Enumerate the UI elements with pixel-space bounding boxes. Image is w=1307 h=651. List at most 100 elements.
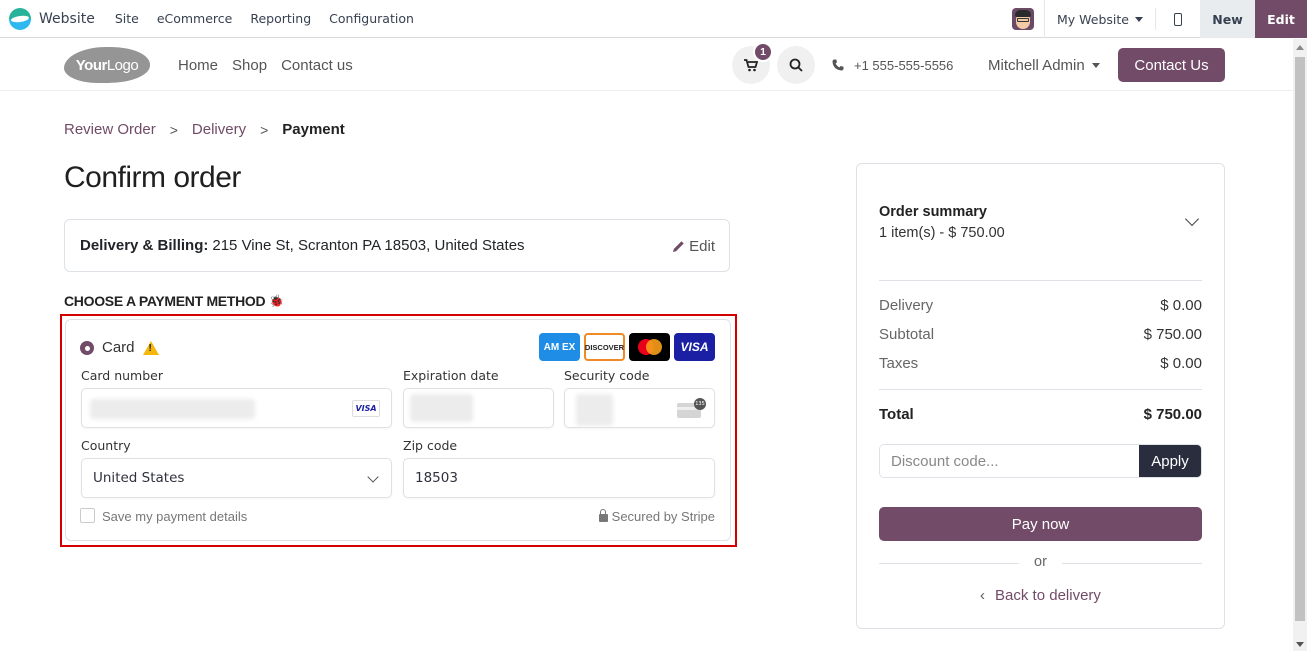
mobile-icon bbox=[1174, 12, 1182, 26]
or-separator: or bbox=[1034, 554, 1047, 570]
edit-button[interactable]: Edit bbox=[1255, 0, 1307, 38]
nav-home[interactable]: Home bbox=[178, 57, 218, 74]
mastercard-icon bbox=[629, 333, 670, 361]
nav-shop[interactable]: Shop bbox=[232, 57, 267, 74]
cvc-card-icon: 135 bbox=[677, 398, 706, 418]
divider bbox=[879, 389, 1202, 390]
expiration-label: Expiration date bbox=[403, 368, 499, 383]
page-scrollbar[interactable] bbox=[1293, 39, 1307, 651]
cart-icon bbox=[744, 58, 758, 71]
summary-row-value: $ 750.00 bbox=[1143, 326, 1202, 343]
scroll-up-icon[interactable] bbox=[1296, 45, 1304, 50]
summary-row-subtotal: Subtotal $ 750.00 bbox=[879, 326, 1202, 343]
secured-by-stripe: Secured by Stripe bbox=[598, 509, 715, 524]
cart-button[interactable]: 1 bbox=[732, 42, 773, 84]
discover-icon: DISCOVER bbox=[584, 333, 625, 361]
card-radio[interactable] bbox=[80, 341, 94, 355]
summary-row-value: $ 0.00 bbox=[1160, 297, 1202, 314]
phone-icon bbox=[832, 59, 844, 71]
scroll-down-icon[interactable] bbox=[1296, 642, 1304, 647]
zip-value: 18503 bbox=[415, 470, 458, 486]
breadcrumb-delivery[interactable]: Delivery bbox=[192, 121, 246, 138]
apply-button[interactable]: Apply bbox=[1139, 445, 1201, 477]
payment-method-card: Card AM EX DISCOVER VISA Card number VIS… bbox=[65, 319, 731, 541]
address-label: Delivery & Billing: bbox=[80, 237, 209, 254]
summary-row-total: Total $ 750.00 bbox=[879, 406, 1202, 423]
discount-code-input[interactable] bbox=[880, 445, 1139, 477]
caret-down-icon bbox=[1091, 62, 1100, 68]
menu-ecommerce[interactable]: eCommerce bbox=[157, 11, 233, 26]
site-header: Your Logo Home Shop Contact us 1 +1 555-5… bbox=[0, 39, 1293, 91]
summary-row-label: Taxes bbox=[879, 355, 919, 372]
discount-group: Apply bbox=[879, 444, 1202, 478]
site-logo[interactable]: Your Logo bbox=[64, 47, 150, 83]
security-code-label: Security code bbox=[564, 368, 650, 383]
page-title: Confirm order bbox=[64, 161, 241, 194]
menu-reporting[interactable]: Reporting bbox=[250, 11, 311, 26]
mobile-preview-button[interactable] bbox=[1156, 0, 1200, 38]
menu-configuration[interactable]: Configuration bbox=[329, 11, 414, 26]
pay-now-button[interactable]: Pay now bbox=[879, 507, 1202, 541]
breadcrumb-separator-icon: > bbox=[260, 121, 269, 138]
website-switcher[interactable]: My Website bbox=[1045, 0, 1155, 38]
save-payment-label[interactable]: Save my payment details bbox=[102, 509, 247, 524]
website-switcher-label: My Website bbox=[1057, 11, 1129, 27]
bug-icon[interactable]: 🐞 bbox=[269, 294, 284, 308]
card-number-input[interactable]: VISA bbox=[81, 388, 392, 428]
new-button[interactable]: New bbox=[1200, 0, 1255, 38]
chevron-down-icon[interactable] bbox=[1184, 211, 1200, 227]
edit-address-link[interactable]: Edit bbox=[672, 220, 715, 273]
card-number-masked bbox=[90, 399, 255, 419]
warning-icon bbox=[142, 340, 159, 355]
website-app-icon[interactable] bbox=[9, 7, 31, 30]
expiration-input[interactable] bbox=[403, 388, 554, 428]
order-summary-subtitle: 1 item(s) - $ 750.00 bbox=[879, 225, 1005, 241]
save-payment-checkbox[interactable] bbox=[80, 508, 95, 523]
user-menu[interactable]: Mitchell Admin bbox=[988, 39, 1100, 91]
cart-count-badge: 1 bbox=[753, 42, 773, 62]
pencil-icon bbox=[673, 241, 684, 252]
avatar bbox=[1011, 8, 1034, 30]
phone-link[interactable]: +1 555-555-5556 bbox=[832, 39, 953, 91]
visa-mini-icon: VISA bbox=[352, 400, 380, 417]
contact-us-button[interactable]: Contact Us bbox=[1118, 48, 1225, 82]
edit-address-label: Edit bbox=[689, 238, 715, 255]
checkout-breadcrumb: Review Order > Delivery > Payment bbox=[64, 121, 345, 138]
user-avatar-button[interactable] bbox=[1001, 0, 1045, 38]
delivery-billing-card: Delivery & Billing: 215 Vine St, Scranto… bbox=[64, 219, 730, 272]
breadcrumb-review-order[interactable]: Review Order bbox=[64, 121, 156, 138]
summary-row-taxes: Taxes $ 0.00 bbox=[879, 355, 1202, 372]
phone-number: +1 555-555-5556 bbox=[854, 57, 954, 73]
security-code-masked bbox=[576, 394, 613, 426]
menu-site[interactable]: Site bbox=[115, 11, 139, 26]
order-summary-card: Order summary 1 item(s) - $ 750.00 Deliv… bbox=[856, 163, 1225, 629]
card-method-label[interactable]: Card bbox=[102, 339, 159, 356]
odoo-navbar: Website Site eCommerce Reporting Configu… bbox=[0, 0, 1307, 38]
scrollbar-thumb[interactable] bbox=[1295, 57, 1305, 621]
back-to-delivery-link[interactable]: ‹ Back to delivery bbox=[857, 587, 1224, 604]
zip-input[interactable]: 18503 bbox=[403, 458, 715, 498]
breadcrumb-payment: Payment bbox=[282, 121, 345, 138]
back-to-delivery-text: Back to delivery bbox=[995, 587, 1101, 604]
order-summary-title[interactable]: Order summary bbox=[879, 204, 987, 220]
amex-icon: AM EX bbox=[539, 333, 580, 361]
divider bbox=[879, 280, 1202, 281]
search-button[interactable] bbox=[777, 46, 815, 84]
payment-method-heading: CHOOSE A PAYMENT METHOD 🐞 bbox=[64, 293, 284, 309]
breadcrumb-separator-icon: > bbox=[169, 121, 178, 138]
card-number-label: Card number bbox=[81, 368, 164, 383]
logo-text-bold: Your bbox=[75, 56, 108, 74]
expiration-masked bbox=[410, 394, 473, 422]
secured-by-stripe-text: Secured by Stripe bbox=[611, 509, 715, 524]
nav-contact-us[interactable]: Contact us bbox=[281, 57, 353, 74]
lock-icon bbox=[598, 509, 608, 522]
app-name[interactable]: Website bbox=[39, 11, 95, 27]
security-code-input[interactable]: 135 bbox=[564, 388, 715, 428]
caret-down-icon bbox=[1135, 16, 1143, 22]
total-value: $ 750.00 bbox=[1143, 406, 1202, 423]
summary-row-value: $ 0.00 bbox=[1160, 355, 1202, 372]
summary-row-label: Subtotal bbox=[879, 326, 935, 343]
summary-row-label: Delivery bbox=[879, 297, 934, 314]
country-select[interactable]: United States bbox=[81, 458, 392, 498]
visa-icon: VISA bbox=[674, 333, 715, 361]
